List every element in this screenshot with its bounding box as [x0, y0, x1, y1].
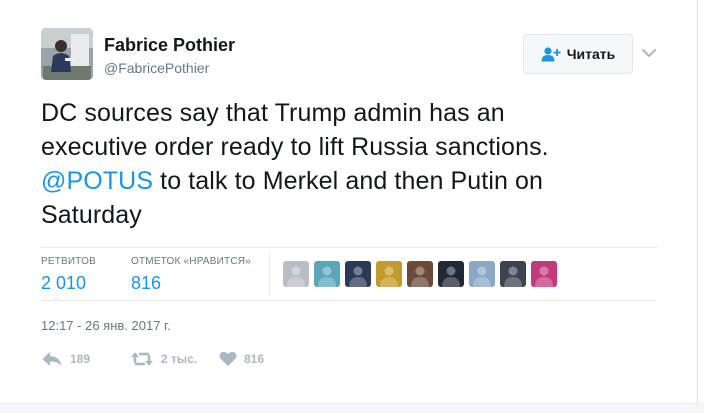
like-button[interactable]: 816 — [219, 350, 264, 367]
likes-stat-label: ОТМЕТОК «НРАВИТСЯ» — [131, 256, 251, 267]
reply-button[interactable]: 189 — [41, 350, 90, 368]
liker-avatar-icon — [438, 261, 464, 287]
tweet-text-line: DC sources say that Trump admin has an — [41, 99, 505, 127]
like-count: 816 — [244, 351, 265, 366]
mention-link[interactable]: @POTUS — [41, 167, 153, 195]
tweet-timestamp[interactable]: 12:17 - 26 янв. 2017 г. — [41, 318, 171, 333]
retweets-stat[interactable]: РЕТВИТОВ 2 010 — [41, 256, 96, 294]
liker-avatar-icon — [407, 261, 433, 287]
liker-avatar-icon — [531, 261, 557, 287]
liker-avatar-icon — [469, 261, 495, 287]
liker-avatar[interactable] — [531, 261, 557, 287]
author-name[interactable]: Fabrice Pothier — [104, 35, 235, 56]
retweets-stat-label: РЕТВИТОВ — [41, 256, 97, 267]
liker-avatar-icon — [376, 261, 402, 287]
tweet-text-line: @POTUS to talk to Merkel and then Putin … — [41, 164, 661, 198]
liker-avatars — [283, 261, 557, 287]
stats-divider-bottom — [41, 300, 657, 301]
column-border — [697, 0, 698, 413]
liker-avatar[interactable] — [283, 261, 309, 287]
likes-stat-value: 816 — [131, 273, 162, 293]
retweet-count: 2 тыс. — [161, 352, 198, 366]
liker-avatar[interactable] — [345, 261, 371, 287]
liker-avatar-icon — [283, 261, 309, 287]
likes-stat[interactable]: ОТМЕТОК «НРАВИТСЯ» 816 — [131, 256, 251, 294]
stats-divider-top — [41, 247, 657, 248]
chevron-down-icon[interactable] — [640, 44, 658, 62]
liker-avatar-icon — [345, 261, 371, 287]
liker-avatar-icon — [500, 261, 526, 287]
follow-button[interactable]: Читать — [523, 34, 633, 74]
reply-icon — [42, 352, 62, 366]
retweet-button[interactable]: 2 тыс. — [130, 350, 197, 368]
liker-avatar[interactable] — [407, 261, 433, 287]
follow-person-plus-icon — [541, 47, 561, 62]
stats-separator — [269, 252, 270, 296]
author-handle[interactable]: @FabricePothier — [104, 60, 209, 76]
author-avatar-image — [41, 28, 93, 80]
liker-avatar[interactable] — [314, 261, 340, 287]
liker-avatar[interactable] — [438, 261, 464, 287]
tweet-text-fragment: to talk to Merkel and then Putin on — [153, 167, 544, 195]
retweet-icon — [131, 352, 153, 366]
liker-avatar[interactable] — [376, 261, 402, 287]
footer-strip — [0, 403, 704, 413]
author-avatar[interactable] — [41, 28, 93, 80]
liker-avatar-icon — [314, 261, 340, 287]
liker-avatar[interactable] — [469, 261, 495, 287]
heart-icon — [219, 351, 237, 366]
tweet-text: DC sources say that Trump admin has an e… — [41, 96, 661, 232]
liker-avatar[interactable] — [500, 261, 526, 287]
tweet-text-line: executive order ready to lift Russia san… — [41, 133, 549, 161]
tweet-text-line: Saturday — [41, 201, 142, 229]
tweet-page: Fabrice Pothier @FabricePothier Читать D… — [0, 0, 704, 413]
follow-button-label: Читать — [566, 46, 616, 62]
retweets-stat-value: 2 010 — [41, 273, 87, 293]
reply-count: 189 — [70, 352, 91, 366]
